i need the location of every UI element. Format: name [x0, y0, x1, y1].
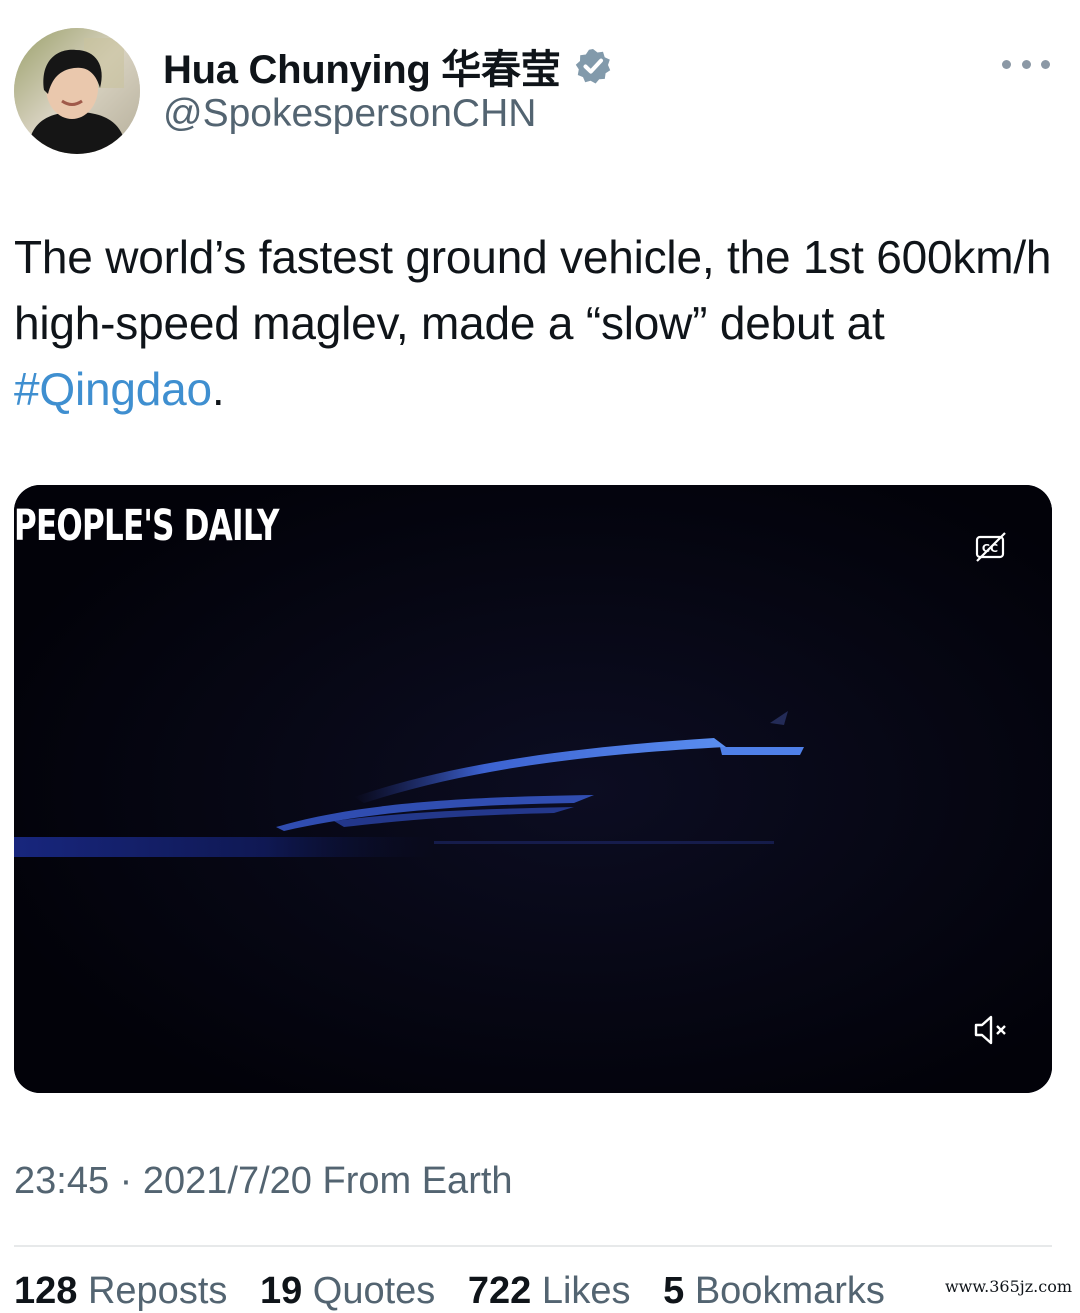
quotes-stat[interactable]: 19 Quotes	[260, 1270, 435, 1312]
tweet-text-end: .	[211, 363, 225, 415]
author-name-row: Hua Chunying 华春莹	[163, 38, 612, 94]
video-frame	[14, 485, 1052, 1093]
verified-badge-icon	[574, 47, 612, 85]
closed-captions-off-icon[interactable]: CC	[974, 530, 1008, 564]
hashtag-link[interactable]: #Qingdao	[14, 363, 212, 415]
bookmarks-stat[interactable]: 5 Bookmarks	[663, 1270, 885, 1312]
tweet-text-body: The world’s fastest ground vehicle, the …	[14, 231, 1052, 349]
speaker-muted-icon[interactable]	[972, 1013, 1010, 1047]
reposts-stat[interactable]: 128 Reposts	[14, 1270, 227, 1312]
tweet-source: From Earth	[322, 1160, 513, 1202]
avatar[interactable]	[14, 28, 140, 154]
author-handle[interactable]: @SpokespersonCHN	[163, 92, 536, 136]
divider	[14, 1245, 1052, 1247]
likes-stat[interactable]: 722 Likes	[468, 1270, 631, 1312]
tweet-time: 23:45	[14, 1160, 110, 1202]
site-watermark: www.365jz.com	[942, 1277, 1074, 1296]
video-player[interactable]: PEOPLE'S DAILY CC	[14, 485, 1052, 1093]
video-watermark: PEOPLE'S DAILY	[14, 501, 279, 551]
more-options-icon[interactable]	[1002, 48, 1050, 80]
tweet-timestamp[interactable]: 23:45 · 2021/7/20 From Earth	[14, 1160, 513, 1203]
tweet-date: 2021/7/20	[142, 1160, 312, 1202]
engagement-stats: 128 Reposts 19 Quotes 722 Likes 5 Bookma…	[14, 1270, 907, 1313]
meta-separator: ·	[119, 1160, 133, 1202]
author-display-name[interactable]: Hua Chunying 华春莹	[163, 37, 561, 95]
tweet-text: The world’s fastest ground vehicle, the …	[14, 224, 1054, 422]
